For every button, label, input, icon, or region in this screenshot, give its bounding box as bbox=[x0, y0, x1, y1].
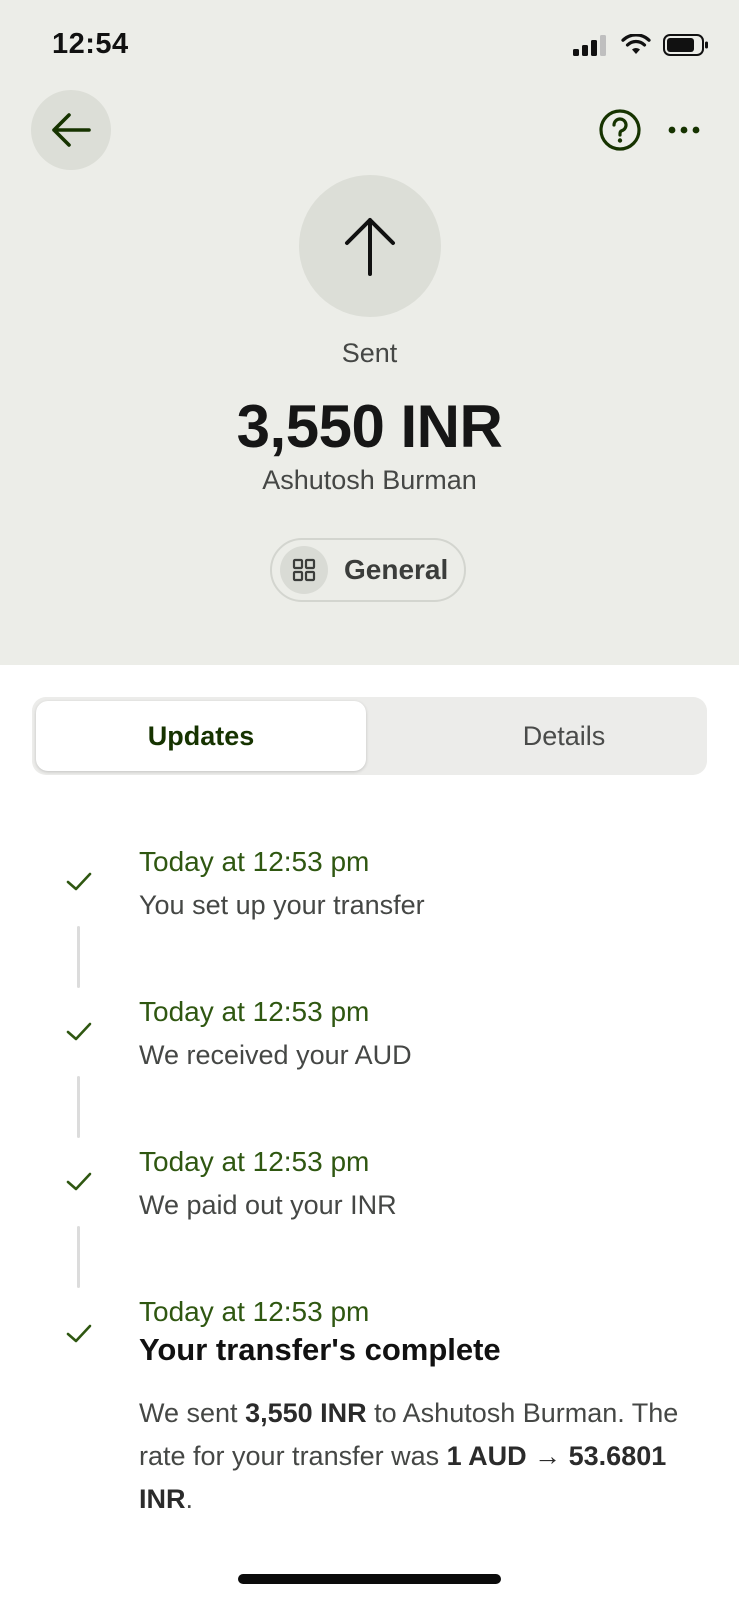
category-label: General bbox=[344, 554, 449, 585]
timeline-connector bbox=[77, 1226, 80, 1288]
transfer-header: 12:54 Sent 3,550 INR Ashutosh Burman Gen… bbox=[0, 0, 739, 665]
more-icon bbox=[668, 126, 700, 134]
update-text: We paid out your INR bbox=[139, 1190, 397, 1220]
back-button[interactable] bbox=[31, 90, 111, 170]
help-button[interactable] bbox=[598, 108, 642, 152]
tab-details[interactable]: Details bbox=[399, 701, 729, 771]
timeline-connector bbox=[77, 1076, 80, 1138]
transfer-complete-title: Your transfer's complete bbox=[139, 1332, 501, 1367]
body-text: We sent bbox=[139, 1398, 246, 1428]
check-icon bbox=[66, 1324, 92, 1343]
category-chip[interactable]: General bbox=[270, 538, 466, 602]
check-icon bbox=[66, 872, 92, 891]
back-arrow-icon bbox=[52, 113, 91, 147]
transfer-direction-label: Sent bbox=[341, 338, 398, 368]
recipient-name: Ashutosh Burman bbox=[262, 465, 477, 495]
status-time: 12:54 bbox=[52, 28, 129, 60]
transfer-complete-body: We sent 3,550 INR to Ashutosh Burman. Th… bbox=[139, 1392, 699, 1521]
category-grid-icon bbox=[292, 558, 316, 582]
update-text: You set up your transfer bbox=[139, 890, 425, 920]
sent-status-badge bbox=[299, 175, 441, 317]
timeline-connector bbox=[77, 926, 80, 988]
category-icon-wrap bbox=[280, 546, 328, 594]
wifi-icon bbox=[621, 34, 651, 54]
cellular-signal-icon bbox=[573, 35, 606, 56]
body-amount: 3,550 INR bbox=[245, 1398, 367, 1428]
sent-arrow-icon bbox=[345, 218, 395, 276]
tab-switcher: Updates Details bbox=[32, 697, 707, 775]
check-icon bbox=[66, 1172, 92, 1191]
help-icon bbox=[599, 109, 641, 151]
status-icons bbox=[573, 32, 709, 58]
more-options-button[interactable] bbox=[666, 118, 706, 142]
update-text: We received your AUD bbox=[139, 1040, 412, 1070]
update-timestamp: Today at 12:53 pm bbox=[139, 1296, 370, 1327]
update-timestamp: Today at 12:53 pm bbox=[139, 1146, 370, 1177]
transfer-amount: 3,550 INR bbox=[236, 393, 503, 460]
tab-updates[interactable]: Updates bbox=[36, 701, 366, 771]
battery-icon bbox=[663, 34, 708, 56]
check-icon bbox=[66, 1022, 92, 1041]
update-timestamp: Today at 12:53 pm bbox=[139, 996, 370, 1027]
home-indicator[interactable] bbox=[238, 1574, 501, 1584]
body-text: . bbox=[185, 1484, 194, 1514]
update-timestamp: Today at 12:53 pm bbox=[139, 846, 370, 877]
